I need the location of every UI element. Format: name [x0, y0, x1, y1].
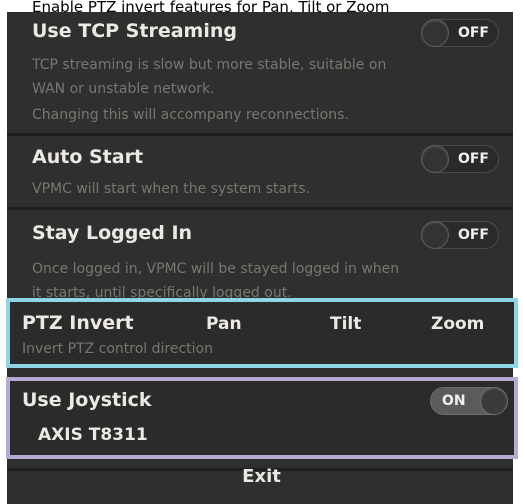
exit-button[interactable]: Exit	[0, 466, 523, 487]
tcp-streaming-desc-line3: Changing this will accompany reconnectio…	[32, 107, 349, 123]
ptz-invert-section: PTZ Invert Invert PTZ control direction …	[6, 298, 518, 368]
use-joystick-section: Use Joystick ON AXIS T8311	[6, 377, 518, 459]
tcp-streaming-desc-line2: WAN or unstable network.	[32, 81, 215, 97]
stay-logged-in-title: Stay Logged In	[32, 222, 193, 244]
tcp-streaming-toggle[interactable]: OFF	[421, 19, 499, 47]
divider	[7, 207, 513, 210]
divider	[7, 133, 513, 136]
toggle-state: OFF	[457, 151, 489, 167]
toggle-state: OFF	[457, 25, 489, 41]
auto-start-title: Auto Start	[32, 146, 144, 168]
tcp-streaming-title: Use TCP Streaming	[32, 20, 237, 42]
toggle-knob	[480, 387, 508, 415]
ptz-zoom-option[interactable]: Zoom	[431, 314, 484, 334]
ptz-pan-option[interactable]: Pan	[206, 314, 242, 334]
ptz-invert-title: PTZ Invert	[22, 312, 134, 334]
stay-logged-in-toggle[interactable]: OFF	[421, 221, 499, 249]
toggle-state: ON	[442, 393, 466, 409]
auto-start-toggle[interactable]: OFF	[421, 145, 499, 173]
toggle-knob	[421, 221, 449, 249]
auto-start-desc: VPMC will start when the system starts.	[32, 181, 311, 197]
stay-logged-in-desc-line1: Once logged in, VPMC will be stayed logg…	[32, 261, 400, 277]
toggle-knob	[421, 145, 449, 173]
ptz-tilt-option[interactable]: Tilt	[330, 314, 361, 334]
use-joystick-toggle[interactable]: ON	[430, 387, 508, 415]
joystick-device-name[interactable]: AXIS T8311	[38, 425, 148, 445]
ptz-invert-desc: Invert PTZ control direction	[22, 341, 213, 357]
tcp-streaming-desc-line1: TCP streaming is slow but more stable, s…	[32, 57, 387, 73]
use-joystick-title: Use Joystick	[22, 389, 152, 411]
toggle-knob	[421, 19, 449, 47]
toggle-state: OFF	[457, 227, 489, 243]
